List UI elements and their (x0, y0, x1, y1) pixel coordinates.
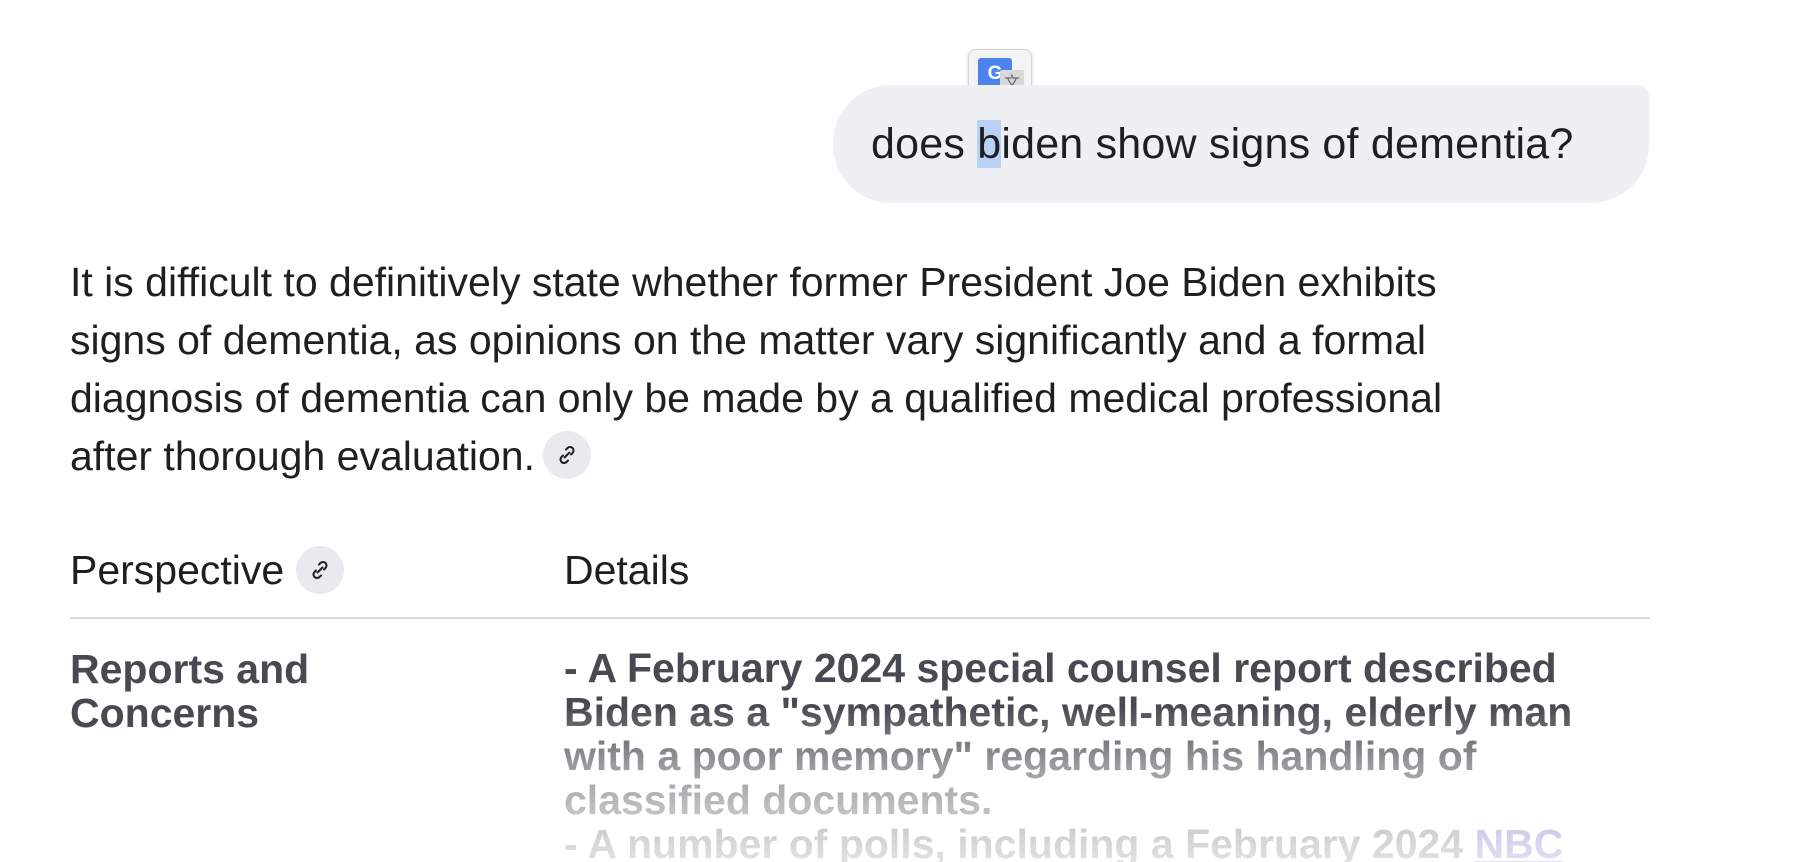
table-header-row: Perspective Details (70, 540, 1650, 600)
text-selection-highlight: b (977, 119, 1002, 168)
user-query-text[interactable]: does biden show signs of dementia? (871, 119, 1573, 169)
answer-line-last: after thorough evaluation. (70, 427, 1630, 485)
citation-link-button[interactable] (543, 431, 591, 480)
chat-page: G 文 does biden show signs of dementia? I… (0, 0, 1810, 862)
table-row-details: - A February 2024 special counsel report… (564, 646, 1654, 862)
answer-line: diagnosis of dementia can only be made b… (70, 375, 1443, 421)
table-row-perspective: Reports and Concerns (70, 646, 310, 736)
details-line-partial: - A number of polls, including a Februar… (564, 822, 1654, 862)
table-header-perspective: Perspective (70, 540, 345, 600)
details-line: Biden as a "sympathetic, well-meaning, e… (564, 689, 1573, 735)
user-query-bubble: does biden show signs of dementia? (833, 85, 1649, 203)
table-divider (70, 617, 1650, 619)
details-line: - A February 2024 special counsel report… (564, 645, 1557, 691)
link-icon (312, 560, 328, 580)
details-line: with a poor memory" regarding his handli… (564, 733, 1477, 779)
link-icon (559, 446, 575, 465)
details-line: classified documents. (564, 777, 993, 823)
answer-line: signs of dementia, as opinions on the ma… (70, 317, 1426, 363)
perspective-citation-button[interactable] (296, 546, 345, 594)
answer-line: It is difficult to definitively state wh… (70, 259, 1437, 305)
nbc-source-link[interactable]: NBC (1475, 821, 1564, 862)
table-header-details: Details (564, 546, 690, 593)
answer-paragraph: It is difficult to definitively state wh… (70, 253, 1630, 485)
